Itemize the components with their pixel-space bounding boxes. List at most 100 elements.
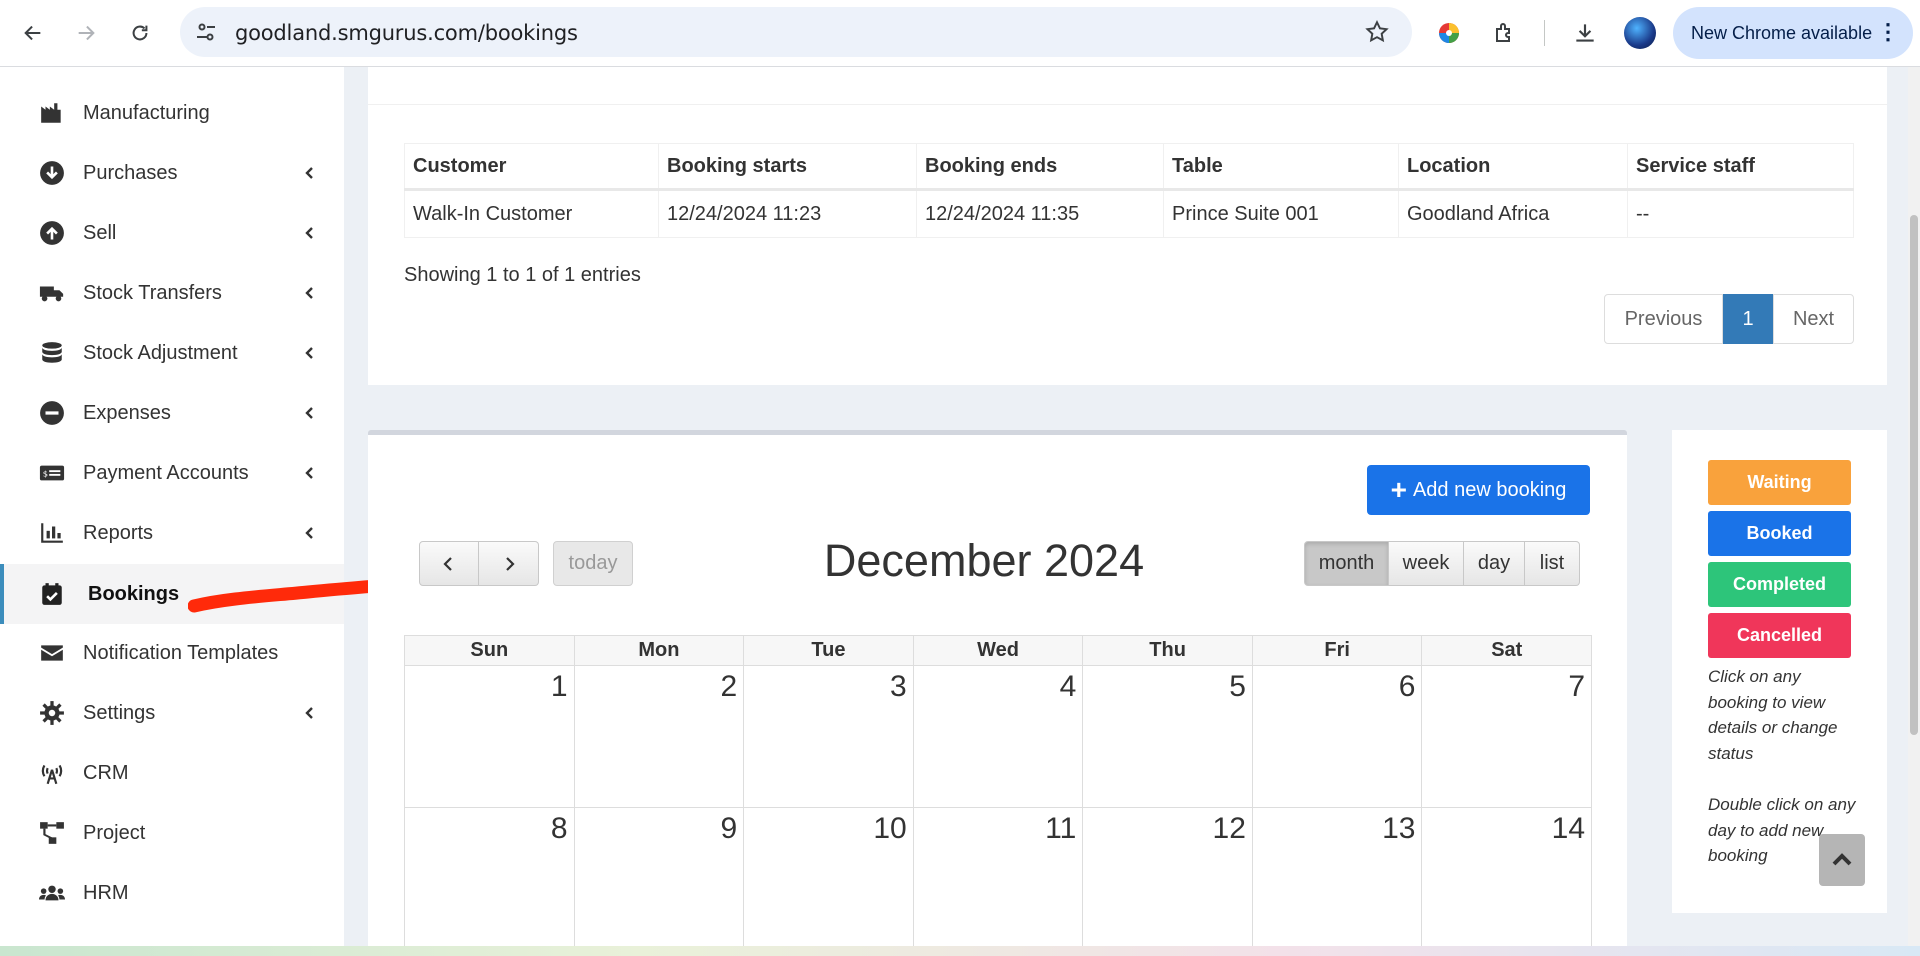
arrow-left-icon — [24, 25, 41, 41]
day-cell[interactable]: 4 — [913, 666, 1084, 808]
current-page-button[interactable]: 1 — [1723, 294, 1773, 344]
status-booked-badge: Booked — [1708, 511, 1851, 556]
sidebar-item-stock-adjustment[interactable]: Stock Adjustment — [0, 325, 344, 381]
chrome-update-button[interactable]: New Chrome available ⋮ — [1673, 7, 1913, 59]
box-header-divider — [368, 104, 1887, 105]
back-button[interactable] — [14, 14, 52, 52]
day-cell[interactable]: 1 — [404, 666, 575, 808]
day-cell[interactable]: 3 — [744, 666, 914, 808]
calendar-check-icon — [38, 580, 66, 608]
bottom-edge-strip — [0, 946, 1920, 956]
sidebar: Manufacturing Purchases Sell Stock Trans… — [0, 67, 344, 956]
chevron-left-icon — [305, 527, 313, 539]
day-cell[interactable]: 7 — [1422, 666, 1593, 808]
scroll-to-top-button[interactable] — [1819, 834, 1865, 886]
sidebar-item-expenses[interactable]: Expenses — [0, 385, 344, 441]
day-cell[interactable]: 8 — [404, 808, 575, 950]
sidebar-item-label: Settings — [83, 701, 156, 724]
day-cell[interactable]: 9 — [574, 808, 745, 950]
weekday-label: Thu — [1083, 636, 1253, 665]
chevron-left-icon — [305, 407, 313, 419]
sidebar-item-stock-transfers[interactable]: Stock Transfers — [0, 265, 344, 321]
month-grid: Sun Mon Tue Wed Thu Fri Sat 1 2 3 4 5 6 … — [404, 635, 1593, 950]
profile-avatar[interactable] — [1624, 17, 1656, 49]
column-header[interactable]: Service staff — [1627, 143, 1854, 191]
day-cell[interactable]: 12 — [1083, 808, 1253, 950]
sidebar-item-payment-accounts[interactable]: $ Payment Accounts — [0, 445, 344, 501]
view-month-button[interactable]: month — [1304, 541, 1389, 586]
sidebar-item-hrm[interactable]: HRM — [0, 865, 344, 921]
weekday-label: Fri — [1253, 636, 1423, 665]
arrow-circle-down-icon — [38, 159, 66, 187]
day-cell[interactable]: 14 — [1422, 808, 1593, 950]
cog-icon — [38, 699, 66, 727]
chrome-update-label: New Chrome available — [1691, 22, 1873, 43]
pagination: Previous 1 Next — [1604, 294, 1854, 344]
download-icon[interactable] — [1570, 18, 1600, 48]
weekday-label: Mon — [575, 636, 745, 665]
table-row[interactable]: Walk-In Customer 12/24/2024 11:23 12/24/… — [404, 189, 1854, 238]
forward-button[interactable] — [67, 14, 105, 52]
column-header[interactable]: Booking ends — [916, 143, 1164, 191]
sidebar-item-project[interactable]: Project — [0, 805, 344, 861]
day-cell[interactable]: 11 — [913, 808, 1084, 950]
day-cell[interactable]: 13 — [1252, 808, 1423, 950]
address-bar[interactable]: goodland.smgurus.com/bookings — [180, 7, 1412, 57]
view-day-button[interactable]: day — [1464, 541, 1525, 586]
envelope-icon — [38, 639, 66, 667]
money-check-icon: $ — [38, 459, 66, 487]
browser-toolbar: goodland.smgurus.com/bookings New Chrome… — [0, 0, 1920, 67]
sidebar-item-label: Payment Accounts — [83, 461, 249, 484]
arrow-right-icon — [78, 25, 95, 41]
table-cell: Prince Suite 001 — [1163, 189, 1399, 238]
weekday-label: Tue — [744, 636, 914, 665]
day-cell[interactable]: 6 — [1252, 666, 1423, 808]
view-list-button[interactable]: list — [1525, 541, 1580, 586]
weekday-header: Sun Mon Tue Wed Thu Fri Sat — [404, 635, 1592, 666]
color-wheel-extension-icon[interactable] — [1434, 18, 1464, 48]
sidebar-item-manufacturing[interactable]: Manufacturing — [0, 85, 344, 141]
day-cell[interactable]: 2 — [574, 666, 745, 808]
plus-icon: + — [1390, 474, 1407, 505]
sidebar-item-label: Manufacturing — [83, 101, 210, 124]
sidebar-item-reports[interactable]: Reports — [0, 505, 344, 561]
sidebar-item-crm[interactable]: CRM — [0, 745, 344, 801]
more-vert-icon[interactable]: ⋮ — [1877, 19, 1899, 45]
add-booking-label: Add new booking — [1412, 478, 1567, 501]
column-header[interactable]: Location — [1398, 143, 1628, 191]
extensions-puzzle-icon[interactable] — [1490, 18, 1520, 48]
reload-icon — [132, 25, 148, 41]
column-header[interactable]: Customer — [404, 143, 659, 191]
weekday-label: Sun — [405, 636, 575, 665]
table-cell: 12/24/2024 11:35 — [916, 189, 1164, 238]
scrollbar-thumb[interactable] — [1910, 215, 1918, 735]
week-row: 1 2 3 4 5 6 7 — [404, 666, 1593, 808]
sidebar-item-purchases[interactable]: Purchases — [0, 145, 344, 201]
chevron-left-icon — [305, 467, 313, 479]
next-page-button[interactable]: Next — [1773, 294, 1854, 344]
add-new-booking-button[interactable]: + Add new booking — [1367, 465, 1590, 515]
chevron-left-icon — [305, 287, 313, 299]
site-settings-icon[interactable] — [194, 20, 218, 44]
project-diagram-icon — [38, 819, 66, 847]
day-cell[interactable]: 10 — [744, 808, 914, 950]
sidebar-item-label: HRM — [83, 881, 129, 904]
bookmark-star-icon[interactable] — [1364, 19, 1390, 45]
truck-icon — [38, 279, 66, 307]
column-header[interactable]: Table — [1163, 143, 1399, 191]
reload-button[interactable] — [121, 14, 159, 52]
sidebar-item-sell[interactable]: Sell — [0, 205, 344, 261]
page-scrollbar[interactable] — [1908, 67, 1920, 956]
sidebar-item-settings[interactable]: Settings — [0, 685, 344, 741]
column-header[interactable]: Booking starts — [658, 143, 917, 191]
view-week-button[interactable]: week — [1389, 541, 1464, 586]
status-cancelled-badge: Cancelled — [1708, 613, 1851, 658]
day-cell[interactable]: 5 — [1083, 666, 1253, 808]
table-cell: Walk-In Customer — [404, 189, 659, 238]
sidebar-item-notification-templates[interactable]: Notification Templates — [0, 625, 344, 681]
status-waiting-badge: Waiting — [1708, 460, 1851, 505]
url-text[interactable]: goodland.smgurus.com/bookings — [235, 21, 578, 45]
chevron-left-icon — [305, 347, 313, 359]
previous-page-button[interactable]: Previous — [1604, 294, 1723, 344]
chevron-left-icon — [305, 227, 313, 239]
